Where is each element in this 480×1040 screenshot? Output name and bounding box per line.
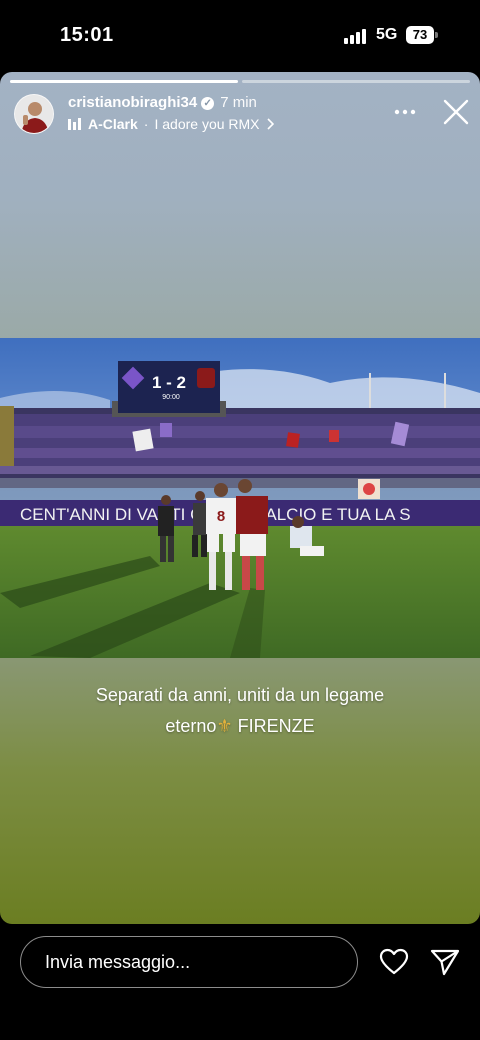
- story-progress-bar: [10, 80, 470, 83]
- progress-segment: [242, 80, 470, 83]
- caption-line-2: eterno⚜ FIRENZE: [60, 711, 420, 742]
- caption-word-eterno: eterno: [165, 716, 217, 736]
- story-header: cristianobiraghi34 ✓ 7 min A-Clark · I ado…: [14, 92, 470, 136]
- jersey-number: 8: [217, 508, 225, 525]
- avatar-image: [15, 95, 53, 133]
- status-bar: 15:01 5G 73: [0, 0, 480, 72]
- stadium-photo: 1 - 2 90:00 CENT'ANNI DI VANTI CL DEL CA…: [0, 338, 480, 658]
- battery-cap: [435, 32, 438, 38]
- story-viewer[interactable]: cristianobiraghi34 ✓ 7 min A-Clark · I ado…: [0, 72, 480, 924]
- story-username-line[interactable]: cristianobiraghi34 ✓ 7 min: [68, 94, 257, 111]
- more-options-button[interactable]: [394, 98, 416, 118]
- username[interactable]: cristianobiraghi34: [68, 94, 197, 111]
- close-button[interactable]: [442, 98, 470, 126]
- heart-icon: [379, 948, 409, 975]
- story-photo: 1 - 2 90:00 CENT'ANNI DI VANTI CL DEL CA…: [0, 338, 480, 658]
- music-bars-icon: [68, 118, 81, 130]
- status-time: 15:01: [60, 24, 114, 46]
- verified-badge-icon: ✓: [201, 97, 215, 110]
- time-ago: 7 min: [220, 94, 257, 111]
- message-input[interactable]: [20, 936, 358, 988]
- scoreboard-score: 1 - 2: [152, 373, 186, 392]
- avatar[interactable]: [14, 94, 54, 134]
- network-type: 5G: [376, 26, 398, 43]
- send-icon: [430, 949, 460, 976]
- chevron-right-icon: [266, 118, 274, 130]
- caption-line-1: Separati da anni, uniti da un legame: [95, 685, 385, 705]
- reply-bar: [0, 924, 480, 1040]
- progress-segment: [10, 80, 238, 83]
- music-separator: ·: [143, 116, 149, 132]
- signal-strength-icon: [344, 28, 366, 44]
- music-info[interactable]: A-Clark · I adore you RMX: [68, 116, 274, 132]
- music-track: I adore you RMX: [154, 116, 260, 132]
- music-artist: A-Clark: [88, 116, 138, 132]
- like-button[interactable]: [379, 948, 409, 976]
- scoreboard-time: 90:00: [162, 394, 180, 401]
- caption-word-firenze: FIRENZE: [237, 716, 315, 736]
- fleur-de-lis-emoji: ⚜: [216, 716, 233, 736]
- story-caption: Separati da anni, uniti da un legame ete…: [60, 680, 420, 742]
- more-dots-icon: [394, 109, 416, 115]
- battery-icon: 73: [406, 26, 434, 44]
- send-button[interactable]: [430, 948, 460, 976]
- close-icon: [443, 99, 469, 125]
